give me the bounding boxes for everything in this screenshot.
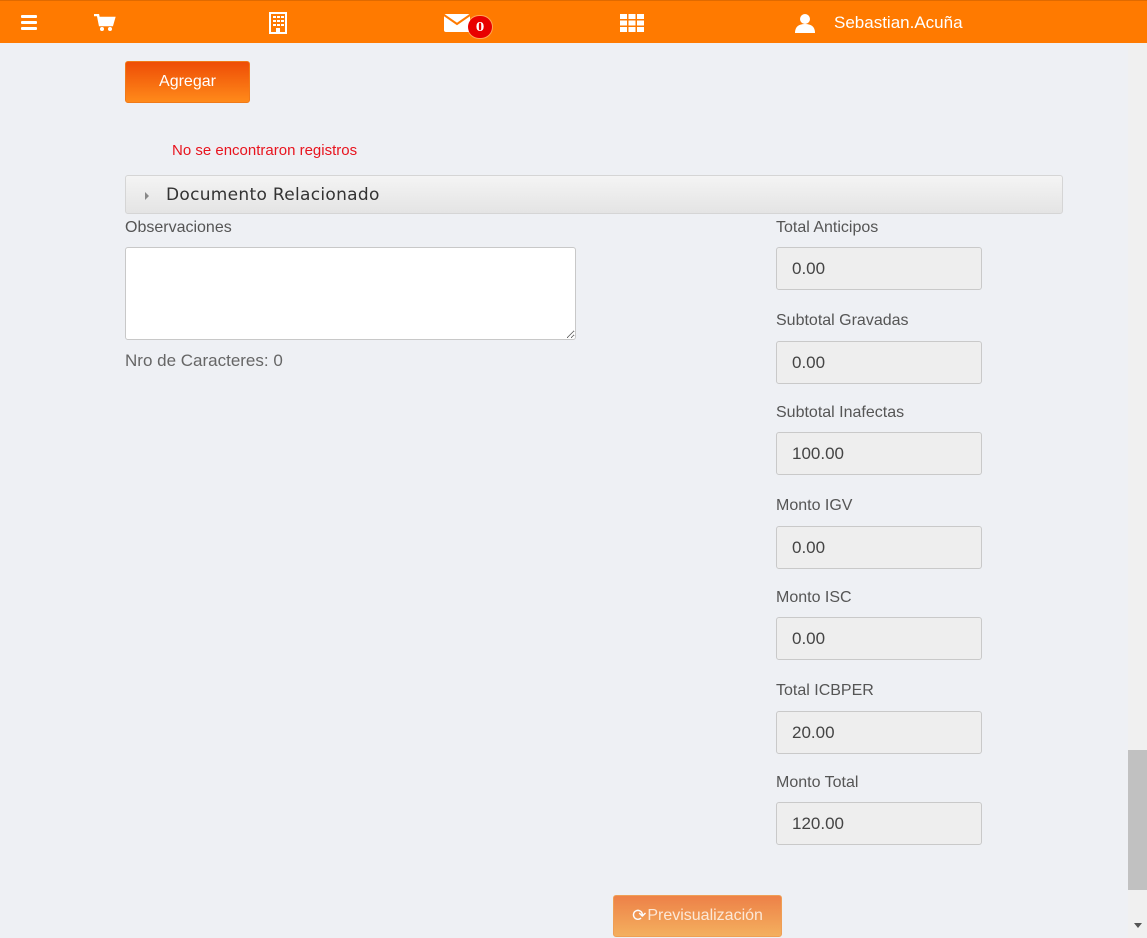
monto-igv-field[interactable]: 0.00	[776, 526, 982, 569]
building-icon[interactable]	[268, 1, 288, 44]
related-document-accordion[interactable]: Documento Relacionado	[125, 175, 1063, 214]
subtotal-gravadas-label: Subtotal Gravadas	[776, 312, 909, 329]
preview-button[interactable]: ⟳ Previsualización	[613, 895, 782, 937]
char-count: Nro de Caracteres: 0	[125, 351, 283, 370]
grid-icon[interactable]	[620, 1, 644, 44]
monto-igv-label: Monto IGV	[776, 497, 853, 514]
monto-total-label: Monto Total	[776, 774, 859, 791]
menu-icon[interactable]	[20, 1, 38, 44]
total-anticipos-label: Total Anticipos	[776, 219, 879, 236]
user-icon[interactable]	[795, 1, 815, 44]
mail-count-badge: 0	[468, 16, 492, 38]
total-icbper-label: Total ICBPER	[776, 682, 874, 699]
subtotal-gravadas-field[interactable]: 0.00	[776, 341, 982, 384]
monto-isc-field[interactable]: 0.00	[776, 617, 982, 660]
no-records-message: No se encontraron registros	[172, 142, 358, 159]
refresh-icon: ⟳	[632, 906, 647, 925]
mail-icon[interactable]	[444, 1, 470, 44]
top-navbar: 0 Sebastian.Acuña	[0, 0, 1147, 43]
monto-total-field[interactable]: 120.00	[776, 802, 982, 845]
total-anticipos-field[interactable]: 0.00	[776, 247, 982, 290]
subtotal-inafectas-label: Subtotal Inafectas	[776, 404, 905, 421]
scrollbar-thumb[interactable]	[1128, 750, 1147, 890]
username-label[interactable]: Sebastian.Acuña	[834, 1, 963, 44]
subtotal-inafectas-field[interactable]: 100.00	[776, 432, 982, 475]
scroll-down-arrow-icon[interactable]	[1134, 923, 1142, 928]
preview-label: Previsualización	[647, 907, 763, 924]
accordion-title: Documento Relacionado	[166, 185, 380, 205]
observations-textarea[interactable]	[125, 247, 576, 340]
caret-right-icon	[145, 192, 149, 200]
add-button[interactable]: Agregar	[125, 61, 250, 103]
observations-label: Observaciones	[125, 219, 232, 236]
total-icbper-field[interactable]: 20.00	[776, 711, 982, 754]
cart-icon[interactable]	[93, 1, 117, 44]
monto-isc-label: Monto ISC	[776, 589, 852, 606]
